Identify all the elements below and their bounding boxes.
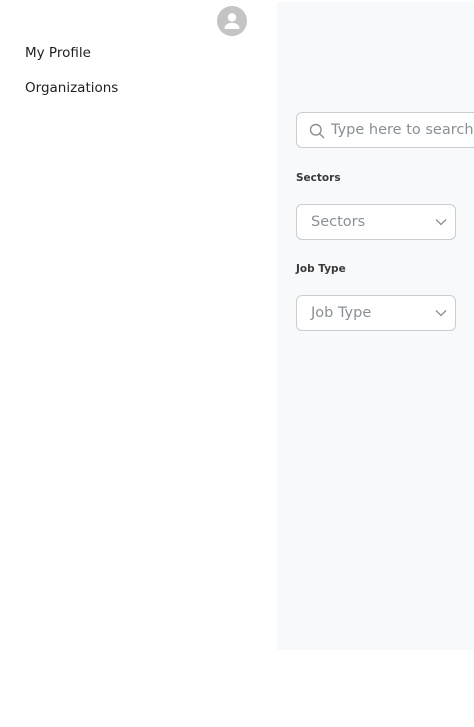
chevron-down-icon [435,310,447,317]
user-avatar-icon[interactable] [217,6,247,36]
sectors-label: Sectors [296,172,341,184]
job-type-select[interactable]: Job Type [296,295,456,331]
sectors-select-value: Sectors [311,214,366,230]
search-box[interactable] [296,112,474,148]
job-type-label: Job Type [296,263,346,275]
chevron-down-icon [435,219,447,226]
search-icon [309,123,325,139]
person-icon [217,6,247,36]
filter-panel: Sectors Sectors Job Type Job Type [277,2,474,650]
job-type-select-value: Job Type [311,305,372,321]
search-input[interactable] [331,113,474,147]
sectors-select[interactable]: Sectors [296,204,456,240]
menu-item-my-profile[interactable]: My Profile [25,45,91,61]
menu-item-organizations[interactable]: Organizations [25,80,118,96]
page: My Profile Organizations Sectors Sectors… [0,0,474,727]
